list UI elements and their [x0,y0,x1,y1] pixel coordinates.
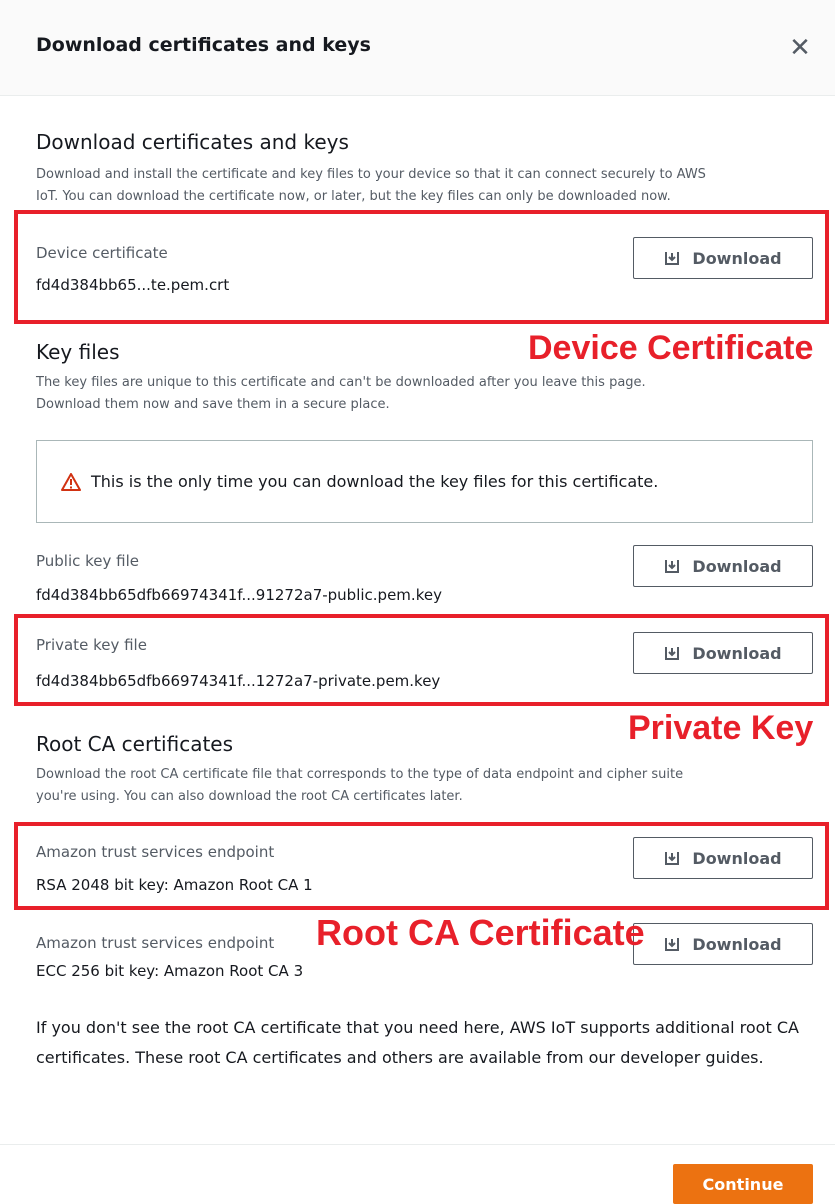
public-key-label: Public key file [36,552,140,570]
device-certificate-highlight-box [14,210,829,324]
close-icon[interactable]: ✕ [786,34,814,62]
download-icon [664,936,680,952]
root-ca-highlight-box [14,822,829,910]
key-files-description: The key files are unique to this certifi… [36,375,646,412]
device-certificate-annotation: Device Certificate [528,329,814,367]
key-files-title: Key files [36,340,120,364]
warning-alert-text: This is the only time you can download t… [91,472,659,491]
private-key-annotation: Private Key [628,709,814,747]
ecc-endpoint-label: Amazon trust services endpoint [36,934,275,952]
continue-button[interactable]: Continue [673,1164,813,1204]
root-ca-certificate-annotation: Root CA Certificate [316,912,645,953]
public-key-download-button[interactable]: Download [633,545,813,587]
footer-divider [0,1144,835,1145]
public-key-value: fd4d384bb65dfb66974341f...91272a7-public… [36,586,442,604]
intro-description: Download and install the certificate and… [36,167,706,204]
download-icon [664,558,680,574]
warning-icon [61,472,81,491]
intro-title: Download certificates and keys [36,130,349,154]
root-ca-footer-note: If you don't see the root CA certificate… [36,1018,799,1067]
warning-alert: This is the only time you can download t… [36,440,813,523]
modal-title: Download certificates and keys [36,34,371,56]
modal-header: Download certificates and keys ✕ [0,0,835,96]
private-key-highlight-box [14,614,829,706]
ecc-endpoint-value: ECC 256 bit key: Amazon Root CA 3 [36,962,304,980]
ecc-root-ca-download-button[interactable]: Download [633,923,813,965]
